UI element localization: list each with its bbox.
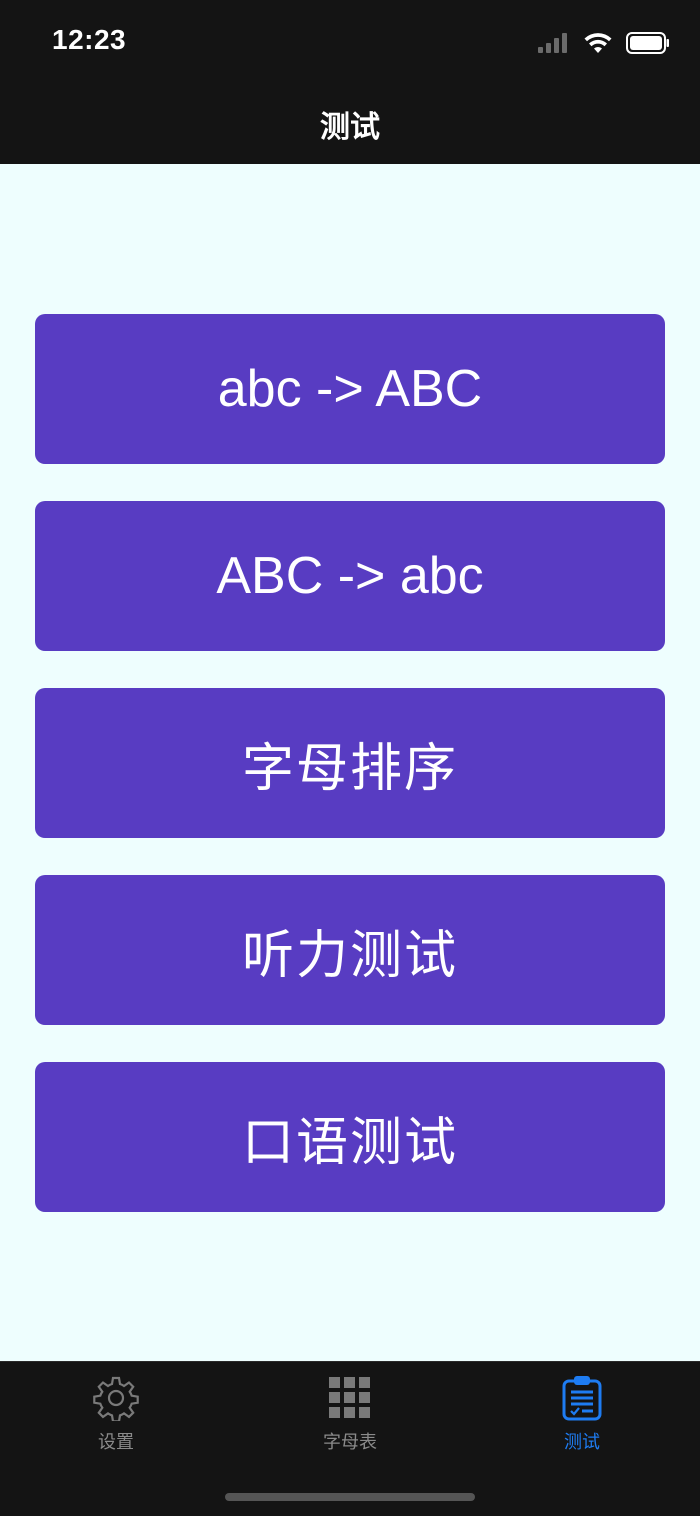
clipboard-icon — [558, 1374, 606, 1422]
wifi-icon — [584, 33, 612, 53]
battery-icon — [626, 32, 669, 54]
grid-icon — [326, 1374, 374, 1422]
tab-test[interactable]: 测试 — [522, 1374, 642, 1454]
cellular-signal-icon — [538, 33, 567, 53]
tab-alphabet-label: 字母表 — [323, 1432, 377, 1453]
listening-test-button[interactable]: 听力测试 — [35, 875, 665, 1025]
tab-test-label: 测试 — [564, 1432, 600, 1453]
tab-settings[interactable]: 设置 — [56, 1374, 176, 1454]
top-bar: 12:23 测试 — [0, 0, 700, 164]
letter-sort-button[interactable]: 字母排序 — [35, 688, 665, 838]
tab-bar: 设置 字母表 测试 — [0, 1361, 700, 1516]
app-screen: 12:23 测试 abc -> ABC ABC -> abc 字母排序 听力测试… — [0, 0, 700, 1516]
home-indicator[interactable] — [225, 1493, 475, 1501]
tab-settings-label: 设置 — [98, 1432, 134, 1453]
lower-to-upper-button[interactable]: abc -> ABC — [35, 314, 665, 464]
speaking-test-button[interactable]: 口语测试 — [35, 1062, 665, 1212]
upper-to-lower-button[interactable]: ABC -> abc — [35, 501, 665, 651]
main-content: abc -> ABC ABC -> abc 字母排序 听力测试 口语测试 — [0, 164, 700, 1361]
gear-icon — [92, 1374, 140, 1422]
status-icons — [538, 30, 670, 56]
page-title: 测试 — [320, 110, 380, 145]
status-time: 12:23 — [52, 24, 127, 55]
tab-alphabet[interactable]: 字母表 — [290, 1374, 410, 1454]
